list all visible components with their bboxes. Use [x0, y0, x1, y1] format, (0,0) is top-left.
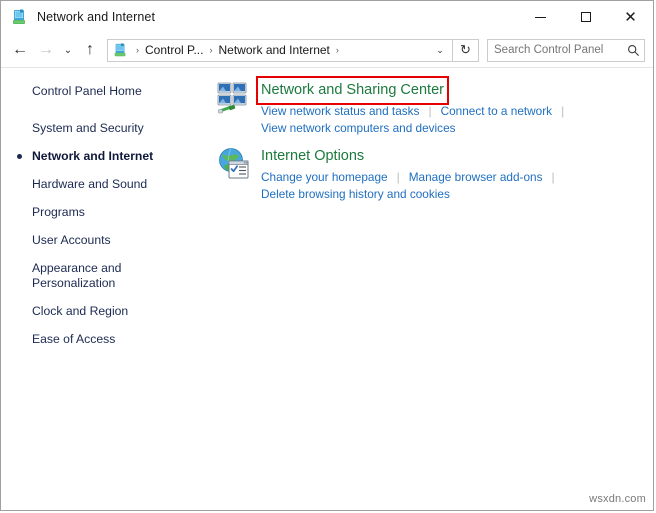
category-body: Network and Sharing Center View network … [256, 76, 653, 136]
category-body: Internet Options Change your homepage | … [261, 146, 653, 202]
recent-locations-dropdown[interactable]: ⌄ [59, 37, 77, 63]
link-network-and-sharing-center[interactable]: Network and Sharing Center [256, 76, 449, 105]
sidebar-item-system-and-security[interactable]: System and Security [1, 121, 195, 136]
close-button[interactable]: ✕ [608, 1, 653, 33]
sidebar-item-user-accounts[interactable]: User Accounts [1, 233, 195, 248]
sidebar: Control Panel Home System and Security N… [1, 68, 195, 510]
window-title: Network and Internet [37, 10, 156, 24]
link-view-network-computers-and-devices[interactable]: View network computers and devices [261, 120, 456, 136]
minimize-button[interactable] [518, 1, 563, 33]
address-bar[interactable]: › Control P... › Network and Internet › … [107, 38, 453, 62]
breadcrumb-separator-0[interactable]: › [132, 45, 143, 55]
link-separator: | [428, 104, 432, 118]
title-bar: Network and Internet ✕ [1, 1, 653, 33]
maximize-button[interactable] [563, 1, 608, 33]
link-connect-to-a-network[interactable]: Connect to a network [441, 103, 552, 119]
link-separator-trailing: | [561, 104, 565, 118]
address-dropdown-icon[interactable]: ⌄ [428, 40, 452, 61]
close-icon: ✕ [624, 8, 637, 26]
sidebar-item-appearance-and-personalization[interactable]: Appearance and Personalization [1, 261, 195, 291]
back-button[interactable]: ← [7, 37, 33, 63]
breadcrumb-separator-1[interactable]: › [205, 45, 216, 55]
link-delete-browsing-history-and-cookies[interactable]: Delete browsing history and cookies [261, 186, 450, 202]
refresh-button[interactable]: ↻ [453, 38, 479, 62]
link-separator-trailing: | [551, 170, 555, 184]
category-internet-options: Internet Options Change your homepage | … [195, 146, 653, 202]
link-separator: | [396, 170, 400, 184]
main-panel: Network and Sharing Center View network … [195, 68, 653, 510]
search-input[interactable] [488, 44, 622, 56]
link-change-your-homepage[interactable]: Change your homepage [261, 169, 388, 185]
sidebar-item-clock-and-region[interactable]: Clock and Region [1, 304, 195, 319]
link-view-network-status-and-tasks[interactable]: View network status and tasks [261, 103, 419, 119]
content-area: Control Panel Home System and Security N… [1, 67, 653, 510]
sidebar-item-hardware-and-sound[interactable]: Hardware and Sound [1, 177, 195, 192]
breadcrumb-item-control-panel[interactable]: Control P... [143, 43, 205, 57]
navigation-bar: ← → ⌄ ↑ › Control P... › Network and Int… [1, 33, 653, 67]
control-panel-icon [11, 9, 28, 26]
maximize-icon [580, 12, 591, 22]
category-links-row-1: View network status and tasks | Connect … [261, 103, 653, 119]
category-links-row-2: View network computers and devices [261, 120, 653, 136]
minimize-icon [535, 16, 546, 18]
search-icon [622, 44, 644, 57]
sidebar-item-programs[interactable]: Programs [1, 205, 195, 220]
breadcrumb-control-panel-icon [113, 42, 128, 58]
breadcrumb-item-network-and-internet[interactable]: Network and Internet [216, 43, 331, 57]
up-button[interactable]: ↑ [77, 37, 103, 63]
category-network-and-sharing-center: Network and Sharing Center View network … [195, 76, 653, 136]
control-panel-window: Network and Internet ✕ ← → ⌄ ↑ › Control… [0, 0, 654, 511]
network-sharing-center-icon [217, 81, 251, 115]
window-controls: ✕ [518, 1, 653, 33]
internet-options-icon [217, 147, 251, 181]
sidebar-item-network-and-internet[interactable]: Network and Internet [1, 149, 195, 164]
watermark: wsxdn.com [589, 493, 646, 505]
sidebar-item-control-panel-home[interactable]: Control Panel Home [1, 84, 195, 99]
search-box[interactable] [487, 38, 645, 62]
sidebar-item-ease-of-access[interactable]: Ease of Access [1, 332, 195, 347]
category-links-row-2: Delete browsing history and cookies [261, 186, 653, 202]
category-links-row-1: Change your homepage | Manage browser ad… [261, 169, 653, 185]
link-internet-options[interactable]: Internet Options [261, 147, 364, 166]
link-manage-browser-add-ons[interactable]: Manage browser add-ons [409, 169, 543, 185]
forward-button: → [38, 41, 54, 58]
breadcrumb-separator-2[interactable]: › [332, 45, 343, 55]
